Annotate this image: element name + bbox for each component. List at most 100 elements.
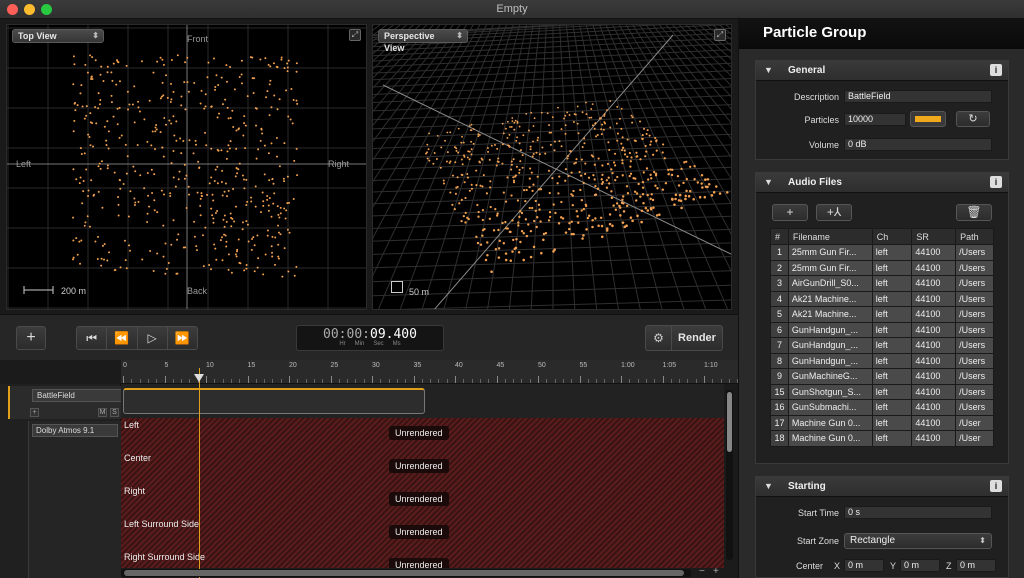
description-field[interactable]: BattleField [844,90,992,103]
center-x-field[interactable]: 0 m [844,559,884,572]
table-row[interactable]: 7 GunHandgun_... left 44100/Users [770,337,994,354]
bus-track-header[interactable]: Dolby Atmos 9.1 [28,421,121,578]
audio-files-table[interactable]: # Filename Ch SR Path 1 25mm Gun Fir... le… [770,228,994,447]
time-ruler[interactable]: 0 5 10 15 20 25 30 35 40 45 50 55 1:00 1:05 1:10 [121,360,738,384]
table-row[interactable]: 17 Machine Gun 0... left 44100/User [770,414,994,431]
scale-square-icon [391,281,403,293]
table-row[interactable]: 15 GunShotgun_S... left 44100/Users [770,383,994,400]
table-row[interactable]: 2 25mm Gun Fir... left 44100/Users [770,259,994,276]
audio-files-section-header[interactable]: ▼ Audio Files i [756,173,1008,193]
table-row[interactable]: 16 GunSubmachi... left 44100/Users [770,399,994,416]
trash-icon[interactable]: 🗑 [956,204,992,221]
table-row[interactable]: 1 25mm Gun Fir... left 44100/Users [770,244,994,261]
column-header[interactable]: Filename [787,228,873,245]
render-button[interactable]: Render [672,326,722,350]
play-button[interactable]: ▷ [138,327,168,349]
starting-section-header[interactable]: ▼ Starting i [756,477,1008,497]
group-track-header[interactable]: BattleField + M S [8,386,128,419]
refresh-icon[interactable]: ↻ [956,111,990,127]
center-z-field[interactable]: 0 m [956,559,996,572]
group-lane[interactable] [121,384,724,418]
ruler-tick [521,379,523,383]
playhead-handle[interactable] [194,374,204,382]
ruler-tick [679,379,681,383]
info-icon[interactable]: i [990,480,1002,492]
horizontal-scrollbar[interactable] [121,569,691,577]
lane-left-surround-side[interactable]: Left Surround Side Unrendered [121,517,724,550]
perspective-view-selector[interactable]: Perspective View ⬍ [378,29,468,53]
column-header[interactable]: # [770,228,789,245]
info-icon[interactable]: i [990,64,1002,76]
skip-to-start-button[interactable]: ⏮ [77,327,108,349]
z-label: Z [946,561,952,571]
maximize-view-icon[interactable]: ⤢ [349,29,361,41]
disclosure-triangle-icon[interactable]: ▼ [764,65,773,75]
table-cell: 44100 [911,430,957,447]
perspective-view-viewport[interactable]: Perspective View ⬍ ⤢ 50 m [372,24,732,310]
table-cell: left [871,321,913,338]
ruler-tick [222,379,224,383]
ruler-tick [247,376,249,383]
table-row[interactable]: 3 AirGunDrill_S0... left 44100/Users [770,275,994,292]
table-cell: 44100 [911,290,957,307]
particles-field[interactable]: 10000 [844,113,906,126]
mute-icon[interactable]: M [98,408,107,417]
top-view-canvas[interactable] [7,25,367,310]
column-header[interactable]: Path [955,228,994,245]
particle-group-clip[interactable] [123,388,425,414]
lane-right[interactable]: Right Unrendered [121,484,724,517]
ruler-label: 20 [289,362,297,369]
solo-icon[interactable]: S [110,408,119,417]
table-row[interactable]: 6 GunHandgun_... left 44100/Users [770,321,994,338]
vertical-scrollbar[interactable] [726,390,733,560]
top-view-viewport[interactable]: Top View ⬍ ⤢ Front Back Left Right 200 m [6,24,367,310]
table-row[interactable]: 18 Machine Gun 0... left 44100/User [770,430,994,447]
center-y-field[interactable]: 0 m [900,559,940,572]
column-header[interactable]: SR [911,228,957,245]
volume-field[interactable]: 0 dB [844,138,992,151]
table-row[interactable]: 4 Ak21 Machine... left 44100/Users [770,290,994,307]
table-row[interactable]: 5 Ak21 Machine... left 44100/Users [770,306,994,323]
playhead[interactable] [199,368,200,578]
info-icon[interactable]: i [990,176,1002,188]
add-file-button[interactable]: + [772,204,808,221]
general-section-header[interactable]: ▼ General i [756,61,1008,81]
expand-icon[interactable]: + [30,408,39,417]
zoom-out-icon[interactable]: − [699,566,705,577]
table-row[interactable]: 9 GunMachineG... left 44100/Users [770,368,994,385]
disclosure-triangle-icon[interactable]: ▼ [764,177,773,187]
section-title: Audio Files [788,177,842,188]
particle-color-button[interactable] [910,111,946,127]
rewind-button[interactable]: ⏪ [107,327,138,349]
table-cell: 9 [770,368,789,385]
perspective-view-canvas[interactable] [373,25,732,310]
ruler-tick [587,379,589,383]
ruler-tick [579,376,581,383]
bus-name-field[interactable]: Dolby Atmos 9.1 [32,424,118,437]
group-name-field[interactable]: BattleField [32,389,128,402]
audio-files-section: ▼ Audio Files i + +⅄ 🗑 # Filename Ch SR … [755,172,1009,464]
zoom-in-icon[interactable]: + [713,566,719,577]
lane-left[interactable]: Left Unrendered [121,418,724,451]
start-time-field[interactable]: 0 s [844,506,992,519]
column-header[interactable]: Ch [871,228,913,245]
lane-right-surround-side[interactable]: Right Surround Side Unrendered [121,550,724,568]
scroll-thumb[interactable] [124,570,684,576]
add-waveform-button[interactable]: +⅄ [816,204,852,221]
maximize-view-icon[interactable]: ⤢ [714,29,726,41]
ruler-tick [206,376,207,383]
start-zone-select[interactable]: Rectangle ⬍ [844,533,992,549]
gear-icon[interactable]: ⚙ [646,326,672,350]
table-row[interactable]: 8 GunHandgun_... left 44100/Users [770,352,994,369]
top-view-selector[interactable]: Top View ⬍ [12,29,104,43]
table-cell: Machine Gun 0... [787,414,873,431]
scroll-thumb[interactable] [727,392,732,452]
disclosure-triangle-icon[interactable]: ▼ [764,481,773,491]
add-button[interactable]: + [16,326,46,350]
ruler-tick [413,376,415,383]
lane-center[interactable]: Center Unrendered [121,451,724,484]
table-cell: GunHandgun_... [787,352,873,369]
table-cell: /Users [955,306,994,323]
unit-label: Hr [339,341,346,347]
fast-forward-button[interactable]: ⏩ [168,327,197,349]
